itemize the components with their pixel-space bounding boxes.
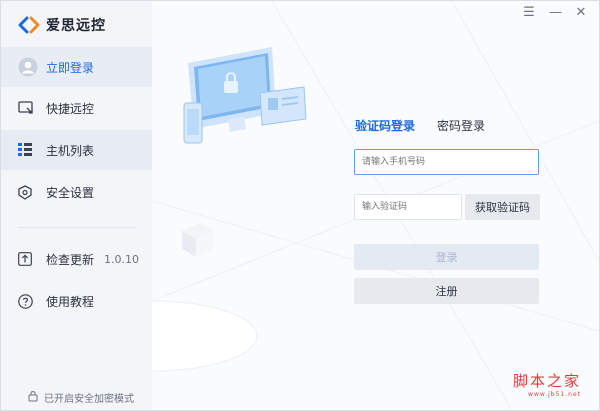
sidebar-divider xyxy=(18,227,136,228)
app-window: 爱思远控 立即登录 快捷远控 主机列表 安全设置 检查更新 1.0.10 使用教… xyxy=(0,0,600,411)
watermark: 脚本之家 www.jb51.net xyxy=(513,370,581,398)
get-code-button[interactable]: 获取验证码 xyxy=(465,194,540,220)
verification-code-input[interactable] xyxy=(354,194,462,220)
login-button[interactable]: 登录 xyxy=(354,244,539,270)
sidebar-item-label: 安全设置 xyxy=(46,185,95,200)
encryption-status: 已开启安全加密模式 xyxy=(28,390,134,405)
minimize-icon[interactable]: — xyxy=(549,5,562,20)
shield-icon xyxy=(18,184,44,200)
sidebar-item-login[interactable]: 立即登录 xyxy=(1,47,152,87)
help-icon xyxy=(18,293,44,309)
remote-icon xyxy=(18,101,44,115)
host-list-icon xyxy=(18,143,44,157)
main-panel: 验证码登录 密码登录 获取验证码 登录 注册 脚本之家 www.jb51.net xyxy=(152,1,599,410)
sidebar-item-label: 快捷远控 xyxy=(46,101,95,116)
avatar-icon xyxy=(18,57,44,77)
close-icon[interactable]: ✕ xyxy=(575,5,587,20)
version-label: 1.0.10 xyxy=(104,252,139,266)
login-tabs: 验证码登录 密码登录 xyxy=(355,117,485,134)
sidebar-item-security[interactable]: 安全设置 xyxy=(1,172,152,212)
tab-password-login[interactable]: 密码登录 xyxy=(437,117,485,134)
window-controls: ☰ — ✕ xyxy=(523,5,587,20)
register-button[interactable]: 注册 xyxy=(354,278,539,304)
menu-icon[interactable]: ☰ xyxy=(523,5,535,20)
cube-decoration xyxy=(182,223,214,257)
phone-input[interactable] xyxy=(354,149,539,175)
monitor-illustration xyxy=(183,47,307,144)
app-logo: 爱思远控 xyxy=(18,15,106,35)
watermark-text: 脚本之家 xyxy=(512,372,581,390)
update-icon xyxy=(18,252,44,266)
app-title: 爱思远控 xyxy=(46,18,106,34)
sidebar-item-label: 主机列表 xyxy=(46,143,95,158)
lock-icon xyxy=(28,390,38,405)
sidebar: 爱思远控 立即登录 快捷远控 主机列表 安全设置 检查更新 1.0.10 使用教… xyxy=(1,1,153,410)
sidebar-item-label: 检查更新 xyxy=(46,252,95,267)
encryption-status-text: 已开启安全加密模式 xyxy=(44,394,134,405)
sidebar-item-host-list[interactable]: 主机列表 xyxy=(1,130,152,170)
tab-sms-login[interactable]: 验证码登录 xyxy=(355,117,415,134)
watermark-url: www.jb51.net xyxy=(528,391,581,398)
sidebar-item-label: 使用教程 xyxy=(46,294,95,309)
sidebar-item-check-update[interactable]: 检查更新 1.0.10 xyxy=(1,239,152,279)
sidebar-item-tutorial[interactable]: 使用教程 xyxy=(1,281,152,321)
logo-icon xyxy=(18,16,40,34)
sidebar-item-label: 立即登录 xyxy=(46,60,95,75)
sidebar-item-quick-remote[interactable]: 快捷远控 xyxy=(1,88,152,128)
